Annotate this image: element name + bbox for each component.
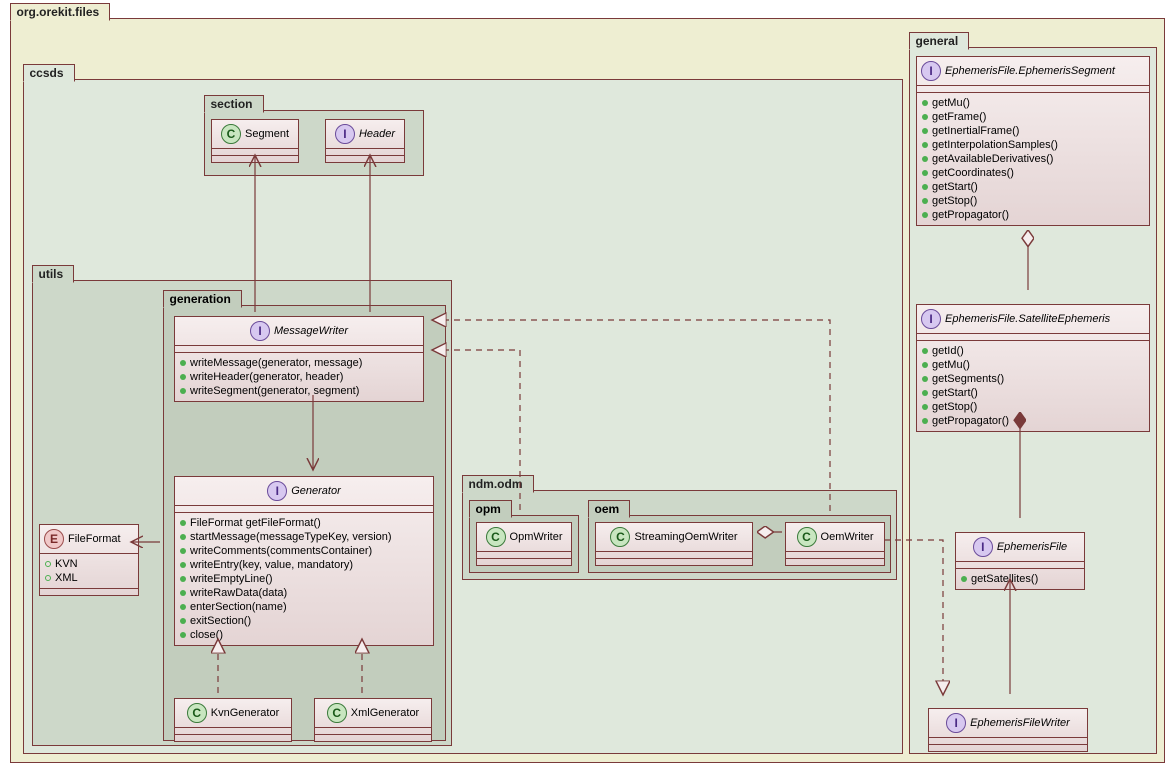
class-oemwriter-name: OemWriter [821,531,874,543]
pkg-oem: oem CStreamingOemWriter COemWriter [588,515,891,573]
method: writeHeader(generator, header) [190,370,343,384]
class-ephfile-name: EphemerisFile [997,541,1067,553]
method: getAvailableDerivatives() [932,152,1053,166]
class-messagewriter: I MessageWriter writeMessage(generator, m… [174,316,424,402]
enum-val: XML [55,571,78,585]
class-icon: C [221,124,241,144]
class-header: I Header [325,119,405,163]
method: writeComments(commentsContainer) [190,544,372,558]
class-icon: C [486,527,506,547]
class-ephfilewriter-name: EphemerisFileWriter [970,717,1070,729]
class-icon: C [187,703,207,723]
pkg-utils-tab: utils [32,265,75,283]
method: getStart() [932,180,978,194]
method: getPropagator() [932,208,1009,222]
pkg-opm-tab: opm [469,500,512,518]
class-segment-name: Segment [245,128,289,140]
pkg-section: section CSegment IHeader [204,110,424,176]
enum-val: KVN [55,557,78,571]
pkg-ccsds: ccsds section CSegment IHeader utils gen… [23,79,903,754]
pkg-generation: generation IMessageWriter writeMessage(g… [163,305,446,741]
method: exitSection() [190,614,251,628]
interface-icon: I [921,61,941,81]
class-xmlgenerator: C XmlGenerator [314,698,432,742]
class-header-name: Header [359,128,395,140]
class-xmlgen-name: XmlGenerator [351,707,419,719]
class-generator: I Generator FileFormat getFileFormat() st… [174,476,434,646]
pkg-root: org.orekit.files ccsds section CSegment … [10,18,1165,763]
class-ephsat-name: EphemerisFile.SatelliteEphemeris [945,313,1110,325]
interface-icon: I [250,321,270,341]
method: writeEntry(key, value, mandatory) [190,558,353,572]
method: getStart() [932,386,978,400]
pkg-generation-tab: generation [163,290,242,308]
class-messagewriter-name: MessageWriter [274,325,348,337]
class-streamoem-name: StreamingOemWriter [634,531,737,543]
class-fileformat-name: FileFormat [68,533,121,545]
method: getInterpolationSamples() [932,138,1058,152]
method: writeEmptyLine() [190,572,273,586]
interface-icon: I [267,481,287,501]
class-oemwriter: C OemWriter [785,522,885,566]
class-streamingoemwriter: C StreamingOemWriter [595,522,753,566]
pkg-general: general IEphemerisFile.EphemerisSegment … [909,47,1157,754]
method: getFrame() [932,110,986,124]
pkg-root-tab: org.orekit.files [10,3,111,21]
class-generator-name: Generator [291,485,341,497]
class-opmwriter: C OpmWriter [476,522,572,566]
class-ephsat: I EphemerisFile.SatelliteEphemeris getId(… [916,304,1150,432]
pkg-general-tab: general [909,32,970,50]
class-ephfile: I EphemerisFile getSatellites() [955,532,1085,590]
method: close() [190,628,223,642]
interface-icon: I [946,713,966,733]
method: writeRawData(data) [190,586,287,600]
method: FileFormat getFileFormat() [190,516,321,530]
method: getSegments() [932,372,1004,386]
method: writeMessage(generator, message) [190,356,362,370]
interface-icon: I [335,124,355,144]
class-ephseg: IEphemerisFile.EphemerisSegment getMu() … [916,56,1150,226]
interface-icon: I [921,309,941,329]
class-kvngen-name: KvnGenerator [211,707,279,719]
method: getPropagator() [932,414,1009,428]
class-icon: C [797,527,817,547]
class-kvngenerator: C KvnGenerator [174,698,292,742]
method: startMessage(messageTypeKey, version) [190,530,392,544]
class-icon: C [327,703,347,723]
class-ephseg-name: EphemerisFile.EphemerisSegment [945,65,1115,77]
pkg-utils: utils generation IMessageWriter writeMes… [32,280,452,746]
pkg-ndm-odm-tab: ndm.odm [462,475,534,493]
class-icon: C [610,527,630,547]
method: getSatellites() [971,572,1038,586]
pkg-ndm-odm: ndm.odm opm COpmWriter oem CStreamingOem… [462,490,897,580]
pkg-oem-tab: oem [588,500,631,518]
class-segment: C Segment [211,119,299,163]
interface-icon: I [973,537,993,557]
class-fileformat: E FileFormat KVN XML [39,524,139,596]
pkg-section-tab: section [204,95,264,113]
class-opmwriter-name: OpmWriter [510,531,563,543]
method: getMu() [932,358,970,372]
method: getStop() [932,400,977,414]
class-ephfilewriter: I EphemerisFileWriter [928,708,1088,752]
pkg-opm: opm COpmWriter [469,515,579,573]
method: getMu() [932,96,970,110]
method: getCoordinates() [932,166,1014,180]
method: writeSegment(generator, segment) [190,384,359,398]
method: getId() [932,344,964,358]
enum-icon: E [44,529,64,549]
method: getStop() [932,194,977,208]
method: enterSection(name) [190,600,287,614]
pkg-ccsds-tab: ccsds [23,64,75,82]
method: getInertialFrame() [932,124,1019,138]
